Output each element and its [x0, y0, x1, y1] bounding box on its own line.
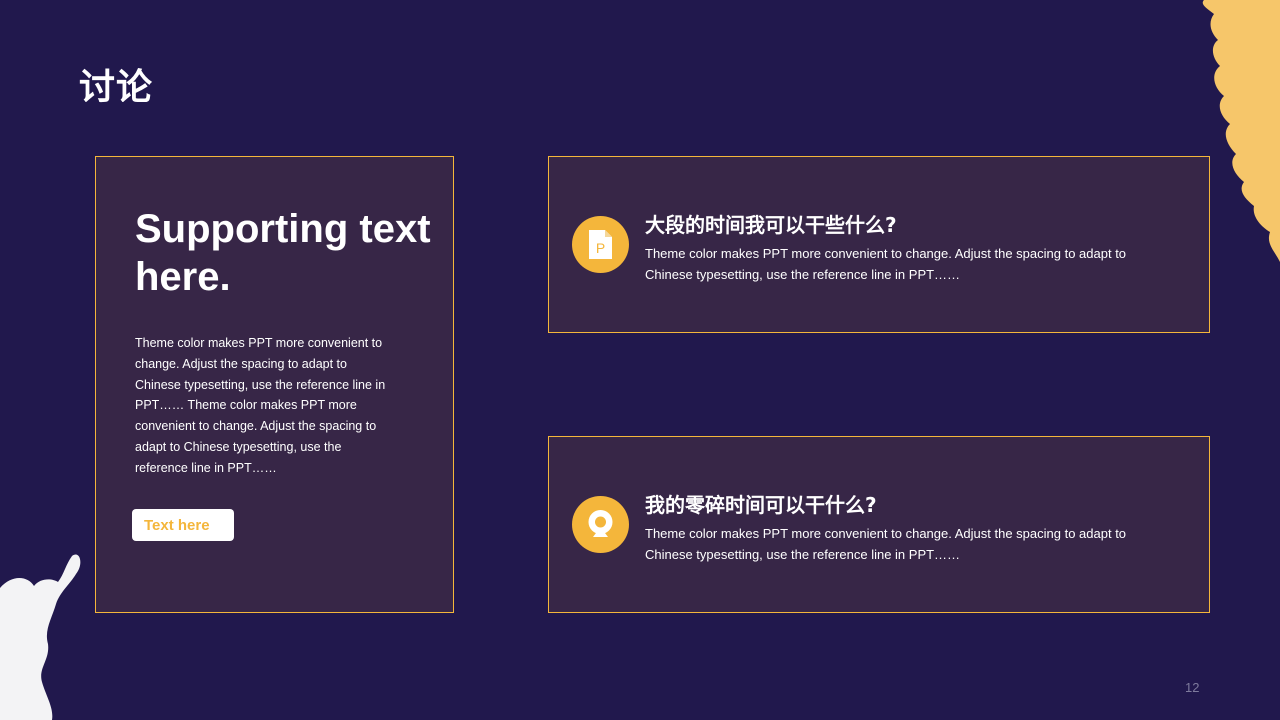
svg-text:P: P: [596, 240, 605, 256]
supporting-text-card: Supporting text here. Theme color makes …: [95, 156, 454, 613]
question-card-spare-time: 我的零碎时间可以干什么? Theme color makes PPT more …: [548, 436, 1210, 613]
page-number: 12: [1185, 680, 1200, 695]
slide-title: 讨论: [79, 67, 154, 108]
supporting-heading: Supporting text here.: [135, 207, 431, 299]
question-body-text: Theme color makes PPT more convenient to…: [645, 526, 1127, 562]
question-title: 大段的时间我可以干些什么?: [645, 213, 897, 237]
webcam-icon: [572, 496, 629, 553]
question-body-text: Theme color makes PPT more convenient to…: [645, 246, 1127, 282]
presentation-file-icon: P: [572, 216, 629, 273]
decorative-white-splash: [0, 554, 81, 720]
question-card-long-time: P 大段的时间我可以干些什么? Theme color makes PPT mo…: [548, 156, 1210, 333]
supporting-body-text: Theme color makes PPT more convenient to…: [135, 336, 386, 475]
text-here-button[interactable]: Text here: [132, 509, 234, 541]
question-title: 我的零碎时间可以干什么?: [645, 493, 877, 517]
